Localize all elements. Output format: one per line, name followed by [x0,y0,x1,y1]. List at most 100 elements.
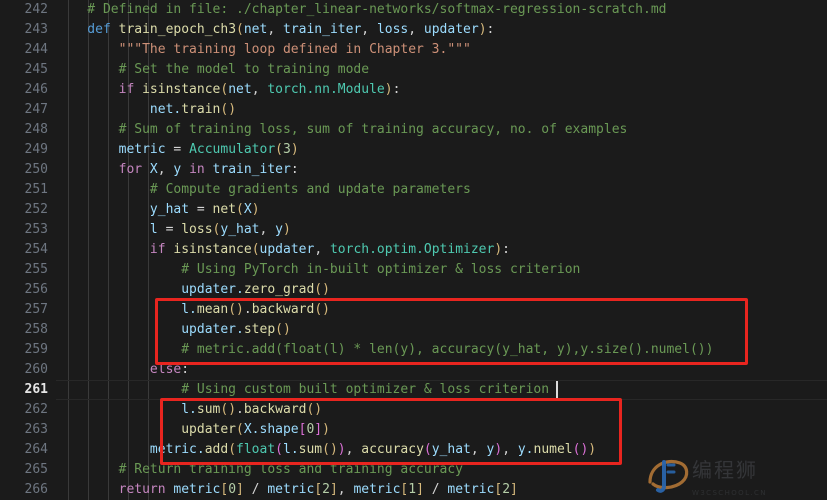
num: 0 [228,482,237,497]
code-line-266[interactable]: return metric[0] / metric[2], metric[1] … [56,480,518,500]
line-number-244[interactable]: 244 [0,40,48,60]
code-line-265[interactable]: # Return training loss and training accu… [56,460,463,480]
paren: ) [337,442,346,457]
var-metric: metric [447,482,495,497]
line-number-255[interactable]: 255 [0,260,48,280]
line-number-253[interactable]: 253 [0,220,48,240]
fn-add: add [204,442,229,457]
code-line-257[interactable]: l.mean().backward() [56,300,330,320]
line-number-250[interactable]: 250 [0,160,48,180]
var-metric: metric [353,482,401,497]
line-number-266[interactable]: 266 [0,480,48,500]
arg: net [228,82,252,97]
paren: ( [228,442,237,457]
code-line-242[interactable]: # Defined in file: ./chapter_linear-netw… [56,0,666,20]
line-244-text: """The training loop defined in Chapter … [56,42,471,57]
line-number-262[interactable]: 262 [0,400,48,420]
paren: () [314,302,330,317]
paren: ) [588,442,597,457]
code-line-250[interactable]: for X, y in train_iter: [56,160,299,180]
op-div: / [423,482,448,497]
line-number-252[interactable]: 252 [0,200,48,220]
line-number-261[interactable]: 261 [0,380,48,400]
line-255-text: # Using PyTorch in-built optimizer & los… [56,262,581,277]
code-line-259[interactable]: # metric.add(float(l) * len(y), accuracy… [56,340,713,360]
punct: , [337,482,354,497]
code-line-264[interactable]: metric.add(float(l.sum()), accuracy(y_ha… [56,440,596,460]
line-number-245[interactable]: 245 [0,60,48,80]
code-line-262[interactable]: l.sum().backward() [56,400,322,420]
line-number-254[interactable]: 254 [0,240,48,260]
fn-name: train_epoch_ch3 [118,22,237,37]
code-line-256[interactable]: updater.zero_grad() [56,280,330,300]
fn-sum: sum [298,442,323,457]
code-line-244[interactable]: """The training loop defined in Chapter … [56,40,471,60]
obj: l. [56,302,197,317]
fn-isinstance: isinstance [142,82,221,97]
kw-if: if [56,242,174,257]
obj: net. [56,102,182,117]
fn-loss: loss [181,222,213,237]
punct: , [259,222,276,237]
line-number-265[interactable]: 265 [0,460,48,480]
code-line-252[interactable]: y_hat = net(X) [56,200,260,220]
line-number-gutter[interactable]: 242 243 244 245 246 247 248 249 250 251 252 253 254 2… [0,0,56,500]
fn-isinstance: isinstance [173,242,252,257]
code-line-254[interactable]: if isinstance(updater, torch.optim.Optim… [56,240,510,260]
line-number-247[interactable]: 247 [0,100,48,120]
fn-train: train [181,102,221,117]
line-number-264[interactable]: 264 [0,440,48,460]
line-number-249[interactable]: 249 [0,140,48,160]
code-line-260[interactable]: else: [56,360,189,380]
bracket: ] [510,482,518,497]
kw-return: return [56,482,174,497]
line-number-246[interactable]: 246 [0,80,48,100]
type-ref: torch.nn.Module [267,82,385,97]
code-line-247[interactable]: net.train() [56,100,236,120]
obj: metric. [56,442,205,457]
punct: , [251,82,268,97]
num: 2 [322,482,330,497]
line-number-257[interactable]: 257 [0,300,48,320]
code-line-243[interactable]: def train_epoch_ch3(net, train_iter, los… [56,20,494,40]
code-line-258[interactable]: updater.step() [56,320,291,340]
line-number-263[interactable]: 263 [0,420,48,440]
line-number-248[interactable]: 248 [0,120,48,140]
code-line-246[interactable]: if isinstance(net, torch.nn.Module): [56,80,401,100]
line-number-258[interactable]: 258 [0,320,48,340]
code-line-253[interactable]: l = loss(y_hat, y) [56,220,291,240]
bracket: ] [236,482,244,497]
code-line-263[interactable]: updater(X.shape[0]) [56,420,330,440]
fn-float: float [236,442,276,457]
paren: ( [275,142,283,157]
code-line-249[interactable]: metric = Accumulator(3) [56,140,299,160]
code-line-261[interactable]: # Using custom built optimizer & loss cr… [56,380,549,400]
kw-else: else [56,362,182,377]
bracket: [ [314,482,323,497]
kw-for: for [56,162,150,177]
obj: y. [517,442,534,457]
op-assign: = [165,222,182,237]
punct: : [486,22,495,37]
line-number-260[interactable]: 260 [0,360,48,380]
line-number-243[interactable]: 243 [0,20,48,40]
code-text-area[interactable]: # Defined in file: ./chapter_linear-netw… [56,0,827,500]
op-assign: = [173,142,190,157]
fn-numel: numel [533,442,573,457]
obj: l. [283,442,299,457]
code-line-255[interactable]: # Using PyTorch in-built optimizer & los… [56,260,580,280]
param: updater [423,22,479,37]
line-number-259[interactable]: 259 [0,340,48,360]
code-line-251[interactable]: # Compute gradients and update parameter… [56,180,471,200]
code-line-248[interactable]: # Sum of training loss, sum of training … [56,120,628,140]
punct: : [290,162,299,177]
var-metric: metric [267,482,315,497]
num: 3 [282,142,291,157]
line-number-242[interactable]: 242 [0,0,48,20]
line-265-text: # Return training loss and training accu… [56,462,463,477]
code-line-245[interactable]: # Set the model to training mode [56,60,369,80]
fn-zero-grad: zero_grad [243,282,315,297]
line-number-251[interactable]: 251 [0,180,48,200]
paren: ) [478,22,487,37]
line-number-256[interactable]: 256 [0,280,48,300]
